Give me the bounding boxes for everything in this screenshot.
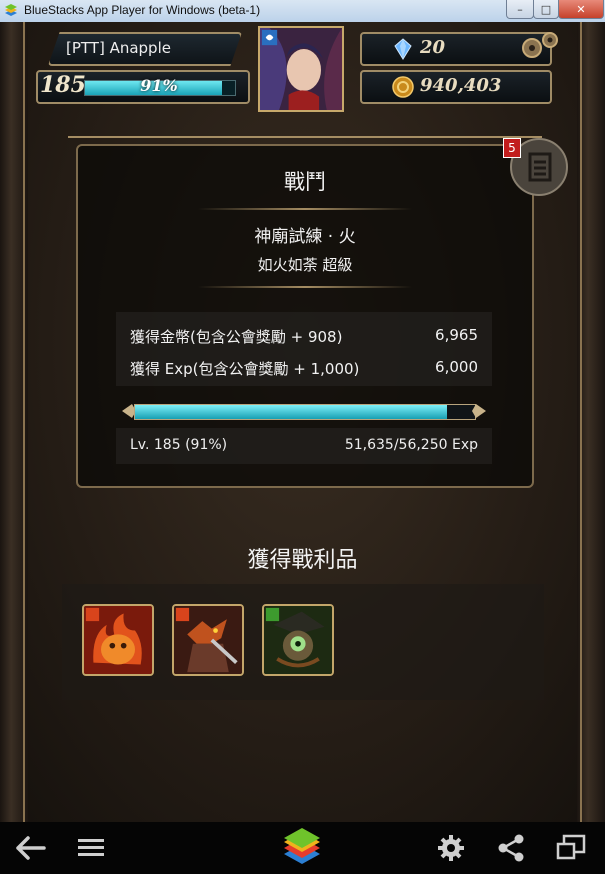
reward-summary: 獲得金幣(包含公會獎勵 + 908) 6,965 獲得 Exp(包含公會獎勵 +… [116,312,492,386]
exp-reward-label: 獲得 Exp(包含公會獎勵 + 1,000) [130,360,360,378]
exp-text: 51,635/56,250 Exp [344,437,478,453]
stage-name: 神廟試練 · 火 [254,227,356,247]
settings-button[interactable] [434,832,468,864]
bluestacks-logo-icon [284,828,320,864]
game-screen: [PTT] Anapple 185 91% 20 940,403 戰鬥 神廟試練… [0,22,605,822]
share-button[interactable] [494,832,528,864]
bluestacks-home-button[interactable] [280,828,324,868]
coin-count: 940,403 [420,75,502,96]
settings-gear-icon[interactable] [512,28,564,62]
coin-counter[interactable]: 940,403 [360,70,552,104]
stage-difficulty: 如火如荼 超級 [257,256,353,274]
player-level: 185 [40,72,86,98]
maximize-button[interactable]: □ [533,0,559,19]
back-button[interactable] [14,832,48,864]
player-name: [PTT] Anapple [66,39,171,57]
coin-reward-value: 6,965 [435,326,478,344]
player-avatar[interactable] [258,26,344,112]
loot-title: 獲得戰利品 [247,548,358,573]
android-navigation-bar [0,822,605,874]
minimize-button[interactable]: – [506,0,534,19]
level-info: Lv. 185 (91%) 51,635/56,250 Exp [116,428,492,464]
stage-divider [198,286,412,288]
exp-progress-fill [135,405,448,419]
bar-right-cap-icon [472,404,486,418]
menu-icon [78,839,104,856]
loot-item-fire-slime[interactable] [82,604,154,676]
menu-button[interactable] [74,832,108,864]
bluestacks-app-icon [5,4,17,16]
rotate-screen-button[interactable] [554,832,588,864]
settings-icon [438,835,464,861]
window-titlebar: BlueStacks App Player for Windows (beta-… [0,0,605,23]
battle-result-panel: 戰鬥 神廟試練 · 火 如火如荼 超級 獲得金幣(包含公會獎勵 + 908) 6… [68,136,542,488]
close-button[interactable]: ✕ [558,0,604,19]
gem-count: 20 [420,37,446,58]
battle-title: 戰鬥 [284,170,326,194]
level-text: Lv. 185 (91%) [130,437,228,453]
coin-icon [392,76,414,98]
coin-reward-row: 獲得金幣(包含公會獎勵 + 908) 6,965 [130,326,478,350]
exp-progress [122,400,486,422]
loot-list [62,584,544,700]
fire-wolf-warrior-card-icon [174,606,242,674]
coin-reward-label: 獲得金幣(包含公會獎勵 + 908) [130,328,343,346]
right-frame-decoration [577,22,605,822]
notification-badge: 5 [503,138,521,158]
screen-rotate-icon [556,834,586,860]
wood-monster-card-icon [264,606,332,674]
window-title: BlueStacks App Player for Windows (beta-… [24,3,261,17]
share-icon [498,834,524,862]
avatar-portrait-image [260,28,342,110]
left-frame-decoration [0,22,28,822]
player-level-plate: 185 91% [36,70,250,104]
exp-reward-value: 6,000 [435,358,478,376]
player-name-plate[interactable]: [PTT] Anapple [48,32,242,66]
exp-progress-bar [134,404,476,420]
gem-icon [394,38,412,60]
fire-slime-card-icon [84,606,152,674]
loot-item-wood-monster[interactable] [262,604,334,676]
title-divider [198,208,412,210]
loot-item-fire-wolf-warrior[interactable] [172,604,244,676]
back-arrow-icon [16,836,46,860]
exp-reward-row: 獲得 Exp(包含公會獎勵 + 1,000) 6,000 [130,358,478,382]
level-progress-label: 91% [140,76,178,95]
